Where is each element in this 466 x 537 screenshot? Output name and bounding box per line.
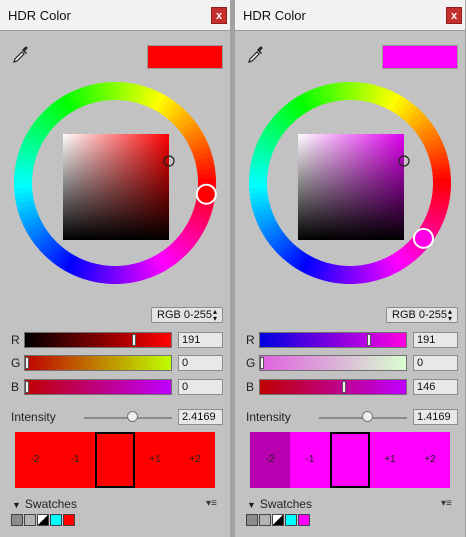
swatches-menu-icon[interactable]: ▾≡ — [206, 498, 217, 509]
swatch[interactable] — [63, 514, 75, 526]
channel-label-r: R — [11, 333, 20, 347]
swatches-header[interactable]: ▼ Swatches — [12, 497, 77, 511]
close-button[interactable]: x — [446, 7, 462, 24]
swatch[interactable] — [37, 514, 49, 526]
intensity-slider-thumb[interactable] — [362, 411, 374, 422]
channel-label-b: B — [246, 380, 255, 394]
hdr-color-panel-2: HDR Color x RGB 0-255 ▴ ▾ R 191 G 0 B 146 Intensity… — [235, 0, 465, 537]
intensity-value-field[interactable]: 2.4169 — [178, 409, 223, 425]
slider-handle[interactable] — [25, 381, 29, 393]
swatch[interactable] — [298, 514, 310, 526]
channel-slider-g[interactable] — [24, 355, 172, 371]
intensity-label: Intensity — [11, 410, 56, 424]
eyedropper-icon[interactable] — [12, 46, 30, 64]
eyedropper-icon[interactable] — [247, 46, 265, 64]
channel-label-g: G — [11, 356, 21, 370]
swatch[interactable] — [246, 514, 258, 526]
intensity-slider-thumb[interactable] — [126, 411, 138, 422]
current-color-preview[interactable] — [382, 45, 458, 69]
exposure-stop-current[interactable] — [330, 432, 370, 488]
hue-ring-marker[interactable] — [412, 227, 434, 249]
slider-handle[interactable] — [132, 334, 137, 346]
up-down-arrows-icon: ▴ ▾ — [448, 307, 453, 323]
up-down-arrows-icon: ▴ ▾ — [213, 307, 218, 323]
collapse-triangle-icon[interactable]: ▼ — [12, 500, 21, 510]
exposure-stop-current[interactable] — [95, 432, 135, 488]
close-button[interactable]: x — [211, 7, 227, 24]
channel-value-field-r[interactable]: 191 — [178, 332, 223, 348]
window-title: HDR Color — [243, 8, 306, 23]
swatches-header[interactable]: ▼ Swatches — [247, 497, 312, 511]
swatch[interactable] — [50, 514, 62, 526]
title-bar: HDR Color x — [0, 0, 230, 31]
hdr-color-panel-1: HDR Color x RGB 0-255 ▴ ▾ R 191 G 0 B 0 Intensity 2.… — [0, 0, 230, 537]
channel-value-field-g[interactable]: 0 — [178, 355, 223, 371]
saturation-value-square[interactable] — [298, 134, 404, 240]
channel-slider-b[interactable] — [24, 379, 172, 395]
exposure-stop[interactable]: +2 — [175, 432, 215, 488]
intensity-value-field[interactable]: 1.4169 — [413, 409, 458, 425]
color-mode-dropdown[interactable]: RGB 0-255 ▴ ▾ — [386, 307, 458, 323]
color-mode-label: RGB 0-255 — [157, 309, 213, 321]
swatch[interactable] — [24, 514, 36, 526]
channel-value-field-b[interactable]: 146 — [413, 379, 458, 395]
channel-value-field-r[interactable]: 191 — [413, 332, 458, 348]
color-mode-dropdown[interactable]: RGB 0-255 ▴ ▾ — [151, 307, 223, 323]
slider-handle[interactable] — [341, 381, 346, 393]
channel-slider-b[interactable] — [259, 379, 407, 395]
slider-handle[interactable] — [25, 357, 29, 369]
intensity-label: Intensity — [246, 410, 291, 424]
exposure-stops: -2 -1 +1 +2 — [15, 432, 215, 488]
swatches-label: Swatches — [24, 497, 77, 511]
slider-handle[interactable] — [260, 357, 264, 369]
exposure-stops: -2 -1 +1 +2 — [250, 432, 450, 488]
saturation-value-square[interactable] — [63, 134, 169, 240]
exposure-stop[interactable]: -2 — [15, 432, 55, 488]
channel-label-r: R — [246, 333, 255, 347]
exposure-stop[interactable]: -1 — [55, 432, 95, 488]
color-wheel[interactable] — [0, 76, 230, 296]
exposure-stop[interactable]: +1 — [370, 432, 410, 488]
color-wheel[interactable] — [235, 76, 465, 296]
channel-slider-g[interactable] — [259, 355, 407, 371]
exposure-stop[interactable]: -1 — [290, 432, 330, 488]
swatches-label: Swatches — [259, 497, 312, 511]
current-color-preview[interactable] — [147, 45, 223, 69]
exposure-stop[interactable]: +1 — [135, 432, 175, 488]
channel-slider-r[interactable] — [259, 332, 407, 348]
channel-value-field-b[interactable]: 0 — [178, 379, 223, 395]
swatches-menu-icon[interactable]: ▾≡ — [441, 498, 452, 509]
swatch[interactable] — [272, 514, 284, 526]
hue-ring-marker[interactable] — [195, 183, 217, 205]
collapse-triangle-icon[interactable]: ▼ — [247, 500, 256, 510]
window-title: HDR Color — [8, 8, 71, 23]
swatch[interactable] — [11, 514, 23, 526]
slider-handle[interactable] — [367, 334, 372, 346]
title-bar: HDR Color x — [235, 0, 465, 31]
channel-label-b: B — [11, 380, 20, 394]
channel-value-field-g[interactable]: 0 — [413, 355, 458, 371]
channel-slider-r[interactable] — [24, 332, 172, 348]
color-mode-label: RGB 0-255 — [392, 309, 448, 321]
channel-label-g: G — [246, 356, 256, 370]
exposure-stop[interactable]: +2 — [410, 432, 450, 488]
swatch[interactable] — [285, 514, 297, 526]
swatch[interactable] — [259, 514, 271, 526]
exposure-stop[interactable]: -2 — [250, 432, 290, 488]
